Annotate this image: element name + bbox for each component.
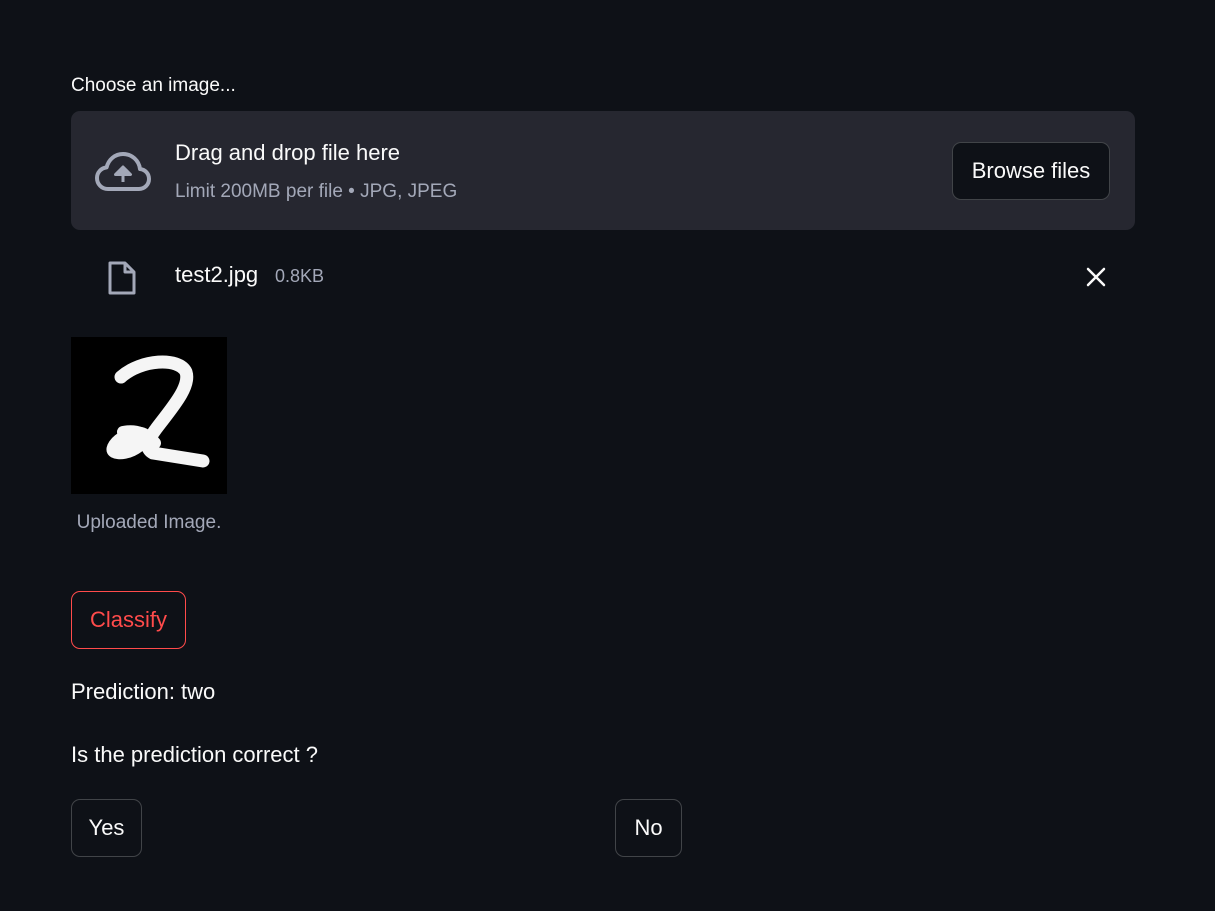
classify-button[interactable]: Classify <box>71 591 186 649</box>
handwritten-digit-image <box>71 337 227 494</box>
uploaded-file-row: test2.jpg 0.8KB <box>71 250 1135 306</box>
file-uploader-label: Choose an image... <box>71 75 236 96</box>
file-icon <box>108 261 136 295</box>
file-dropzone[interactable]: Drag and drop file here Limit 200MB per … <box>71 111 1135 230</box>
uploaded-file-name: test2.jpg <box>175 262 259 287</box>
yes-button[interactable]: Yes <box>71 799 142 857</box>
dropzone-limit-text: Limit 200MB per file • JPG, JPEG <box>175 181 458 202</box>
uploaded-file-size: 0.8KB <box>275 266 325 286</box>
cloud-upload-icon <box>95 152 151 191</box>
dropzone-title: Drag and drop file here <box>175 140 401 165</box>
feedback-question: Is the prediction correct ? <box>71 742 319 767</box>
prediction-text: Prediction: two <box>71 679 216 704</box>
uploaded-image <box>71 337 227 494</box>
remove-file-button[interactable] <box>1081 262 1111 292</box>
no-button[interactable]: No <box>615 799 682 857</box>
browse-files-button[interactable]: Browse files <box>952 142 1110 200</box>
close-icon <box>1086 267 1106 287</box>
app-main: Choose an image... Drag and drop file he… <box>0 0 1215 911</box>
image-caption: Uploaded Image. <box>76 512 222 533</box>
